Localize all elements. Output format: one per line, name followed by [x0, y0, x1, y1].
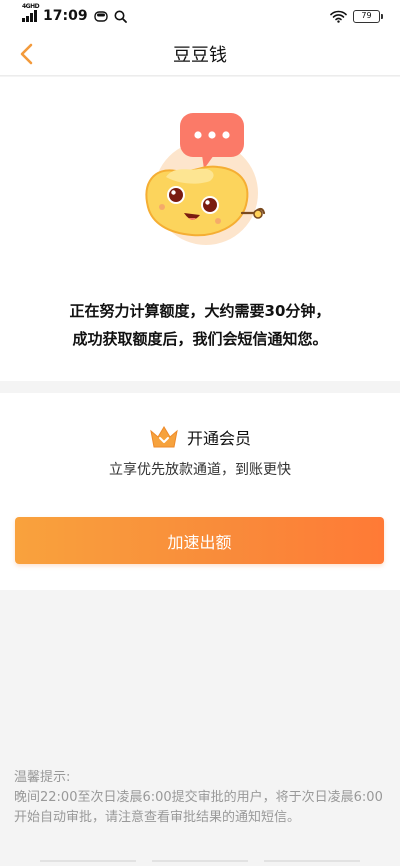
bottom-divider [40, 860, 360, 862]
battery-icon: 79 [353, 9, 383, 23]
nav-bar: 豆豆钱 [0, 32, 400, 76]
status-card: 正在努力计算额度，大约需要30分钟， 成功获取额度后，我们会短信通知您。 [0, 77, 400, 381]
vip-title: 开通会员 [186, 429, 251, 448]
wifi-icon [330, 10, 347, 23]
chevron-left-icon [20, 43, 33, 65]
crown-icon [150, 426, 178, 448]
mascot-illustration [145, 113, 266, 245]
vip-card: 开通会员 立享优先放款通道，到账更快 加速出额 [0, 393, 400, 590]
search-icon [114, 10, 127, 23]
calculating-message: 正在努力计算额度，大约需要30分钟， 成功获取额度后，我们会短信通知您。 [0, 297, 400, 353]
network-type: 4GHD [22, 3, 40, 10]
notice-heading: 温馨提示: [14, 770, 71, 785]
status-time: 17:09 [43, 8, 88, 24]
notice-body: 晚间22:00至次日凌晨6:00提交审批的用户，将于次日凌晨6:00开始自动审批… [14, 790, 383, 825]
status-bar: 4GHD 17:09 79 [0, 0, 400, 32]
message-line-1: 正在努力计算额度，大约需要30分钟， [69, 302, 331, 320]
speed-up-button[interactable]: 加速出额 [15, 517, 384, 564]
status-bar-left: 4GHD 17:09 [22, 3, 127, 24]
page-title: 豆豆钱 [173, 44, 227, 66]
message-line-2: 成功获取额度后，我们会短信通知您。 [72, 330, 328, 348]
vip-header: 开通会员 [0, 425, 400, 449]
signal-icon: 4GHD [22, 3, 40, 22]
app-notification-icon [93, 11, 108, 22]
back-button[interactable] [10, 38, 42, 70]
status-bar-right: 79 [330, 9, 383, 23]
notice: 温馨提示: 晚间22:00至次日凌晨6:00提交审批的用户，将于次日凌晨6:00… [14, 768, 386, 828]
vip-description: 立享优先放款通道，到账更快 [109, 462, 291, 478]
